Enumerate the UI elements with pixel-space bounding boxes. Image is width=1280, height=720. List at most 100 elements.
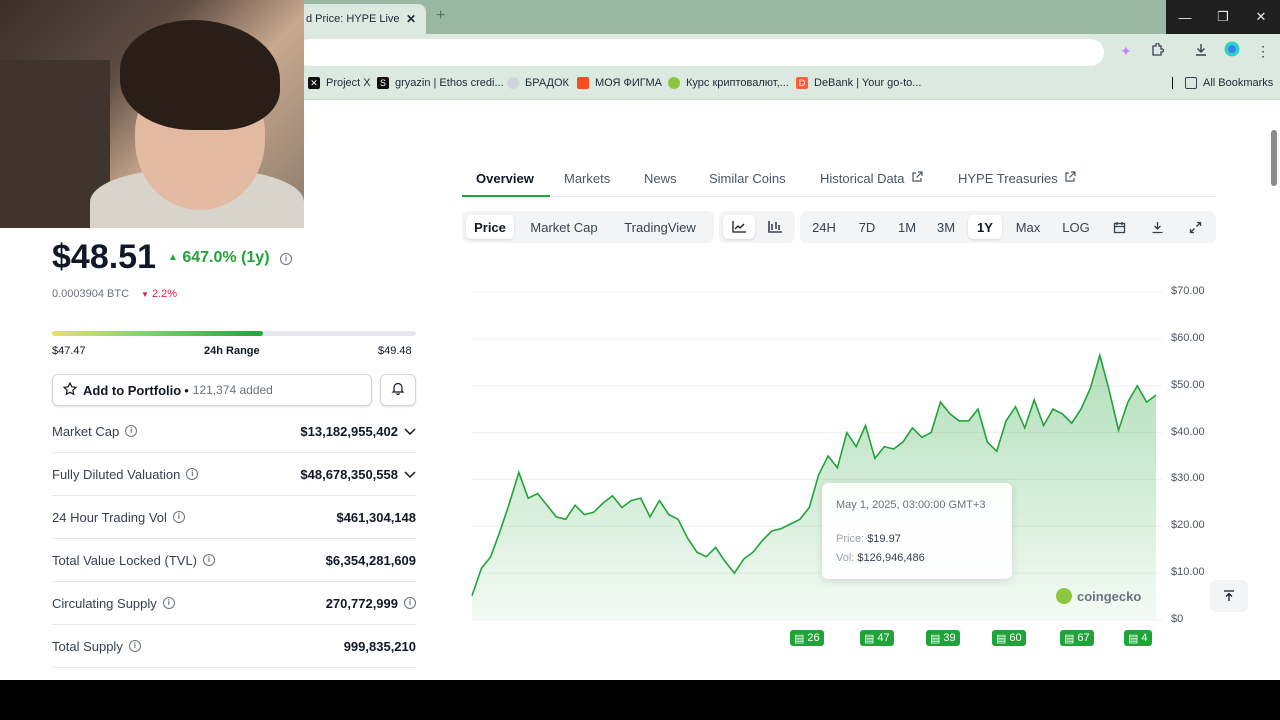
coingecko-logo-icon <box>668 77 680 89</box>
info-icon[interactable]: i <box>162 597 175 609</box>
new-tab-button[interactable]: + <box>436 7 445 25</box>
all-bookmarks-label: All Bookmarks <box>1203 77 1274 89</box>
extensions-icon[interactable] <box>1150 42 1165 60</box>
range-high: $49.48 <box>378 345 412 357</box>
minimize-button[interactable]: — <box>1166 0 1204 34</box>
tooltip-vol-label: Vol: <box>836 552 855 564</box>
y-tick-label: $70.00 <box>1171 285 1205 297</box>
download-icon[interactable] <box>1194 43 1208 60</box>
screen: d Price: HYPE Live Pri ✕ + — ❐ ✕ ✦ ⋮ ✕ P… <box>0 0 1280 680</box>
stat-value: $461,304,148 <box>336 510 416 525</box>
info-icon[interactable]: i <box>128 640 141 652</box>
info-icon[interactable]: i <box>172 511 185 523</box>
ethos-logo-icon: S <box>377 77 389 89</box>
line-chart-icon[interactable] <box>723 215 755 239</box>
restore-button[interactable]: ❐ <box>1204 0 1242 34</box>
range-tab-7d[interactable]: 7D <box>848 215 886 239</box>
bookmark-item[interactable]: Курс криптовалют,... <box>668 77 789 89</box>
bookmark-label: БРАДОК <box>525 77 569 89</box>
bookmark-star-icon[interactable]: ✦ <box>1120 43 1132 60</box>
bookmark-item[interactable]: D DeBank | Your go-to... <box>796 77 921 89</box>
range-tab-log[interactable]: LOG <box>1056 215 1096 239</box>
fullscreen-icon[interactable] <box>1182 215 1208 239</box>
event-marker[interactable]: ▤ 39 <box>926 630 960 646</box>
price-chart[interactable]: $70.00 $60.00 $50.00 $40.00 $30.00 $20.00 $10.… <box>462 260 1218 680</box>
event-marker[interactable]: ▤ 4 <box>1124 630 1152 646</box>
range-bar-fill <box>52 331 264 336</box>
bookmark-item[interactable]: ✕ Project X <box>308 77 371 89</box>
tab-similar-coins[interactable]: Similar Coins <box>709 171 786 186</box>
range-tab-1y[interactable]: 1Y <box>968 215 1002 239</box>
add-to-portfolio-button[interactable]: Add to Portfolio • 121,374 added <box>52 374 372 406</box>
range-bar <box>52 331 416 336</box>
range-low: $47.47 <box>52 345 86 357</box>
calendar-icon[interactable] <box>1106 215 1132 239</box>
stat-label-text: Total Value Locked (TVL) <box>52 552 197 568</box>
stat-row[interactable]: Market Cap i $13,182,955,402 <box>52 410 416 453</box>
bookmark-item[interactable]: S gryazin | Ethos credi... <box>377 77 504 89</box>
tab-markets[interactable]: Markets <box>564 171 610 186</box>
info-icon[interactable]: i <box>186 468 199 480</box>
range-tab-max[interactable]: Max <box>1006 215 1050 239</box>
event-marker[interactable]: ▤ 60 <box>992 630 1026 646</box>
range-tab-1m[interactable]: 1M <box>890 215 924 239</box>
close-window-button[interactable]: ✕ <box>1242 0 1280 34</box>
profile-avatar[interactable] <box>1224 41 1240 60</box>
caret-up-icon: ▲ <box>168 252 178 263</box>
scroll-to-top-button[interactable] <box>1210 580 1248 612</box>
close-tab-icon[interactable]: ✕ <box>406 12 416 26</box>
download-chart-icon[interactable] <box>1144 215 1170 239</box>
tab-hype-treasuries[interactable]: HYPE Treasuries <box>958 171 1076 186</box>
event-marker[interactable]: ▤ 47 <box>860 630 894 646</box>
bookmark-label: gryazin | Ethos credi... <box>395 77 504 89</box>
chart-tooltip: May 1, 2025, 03:00:00 GMT+3 Price: $19.9… <box>822 483 1012 579</box>
address-bar[interactable] <box>296 39 1104 66</box>
event-marker[interactable]: ▤ 67 <box>1060 630 1094 646</box>
debank-logo-icon: D <box>796 77 808 89</box>
price-alert-button[interactable] <box>380 374 416 406</box>
coingecko-logo-icon <box>1056 588 1072 604</box>
tab-label: News <box>644 171 677 186</box>
info-icon[interactable]: i <box>125 425 138 437</box>
tab-overview[interactable]: Overview <box>476 171 534 186</box>
range-tab-3m[interactable]: 3M <box>928 215 964 239</box>
watermark-text: coingecko <box>1077 588 1142 604</box>
chevron-down-icon[interactable] <box>404 424 416 439</box>
bookmark-item[interactable]: МОЯ ФИГМА <box>577 77 662 89</box>
bookmark-label: МОЯ ФИГМА <box>595 77 662 89</box>
news-icon: ▤ <box>864 632 875 645</box>
price-chart-svg <box>471 291 1162 621</box>
stat-label-text: Total Supply <box>52 638 123 654</box>
stat-value: $48,678,350,558 <box>300 467 416 482</box>
btc-change: ▼ 2.2% <box>141 288 177 300</box>
menu-kebab-icon[interactable]: ⋮ <box>1256 43 1270 60</box>
page-scrollbar[interactable] <box>1268 100 1280 680</box>
info-icon[interactable]: i <box>404 597 416 609</box>
tab-tradingview[interactable]: TradingView <box>614 215 706 239</box>
tab-historical-data[interactable]: Historical Data <box>820 171 923 186</box>
bookmark-label: Project X <box>326 77 371 89</box>
event-marker[interactable]: ▤ 26 <box>790 630 824 646</box>
tab-news[interactable]: News <box>644 171 677 186</box>
y-tick-label: $10.00 <box>1171 566 1205 579</box>
tab-price[interactable]: Price <box>466 215 514 239</box>
info-icon[interactable]: i <box>203 554 215 566</box>
range-tab-24h[interactable]: 24H <box>804 215 844 239</box>
info-icon[interactable]: i <box>279 253 292 265</box>
news-icon: ▤ <box>794 632 805 645</box>
stat-value: $13,182,955,402 <box>300 424 416 439</box>
event-count: 39 <box>943 632 956 644</box>
tab-label: Historical Data <box>820 171 905 186</box>
scrollbar-thumb[interactable] <box>1271 130 1277 186</box>
candlestick-chart-icon[interactable] <box>759 215 791 239</box>
bookmark-item[interactable]: БРАДОК <box>507 77 569 89</box>
chevron-down-icon[interactable] <box>404 467 416 482</box>
bookmark-label: DeBank | Your go-to... <box>814 77 922 89</box>
all-bookmarks[interactable]: All Bookmarks <box>1172 77 1273 89</box>
browser-tab[interactable]: d Price: HYPE Live Pri ✕ <box>296 4 426 34</box>
tab-market-cap[interactable]: Market Cap <box>520 215 608 239</box>
stat-value-text: $461,304,148 <box>336 509 416 525</box>
event-count: 67 <box>1077 632 1090 644</box>
coin-price: $48.51 <box>52 238 156 276</box>
stat-row[interactable]: Fully Diluted Valuation i $48,678,350,558 <box>52 453 416 496</box>
